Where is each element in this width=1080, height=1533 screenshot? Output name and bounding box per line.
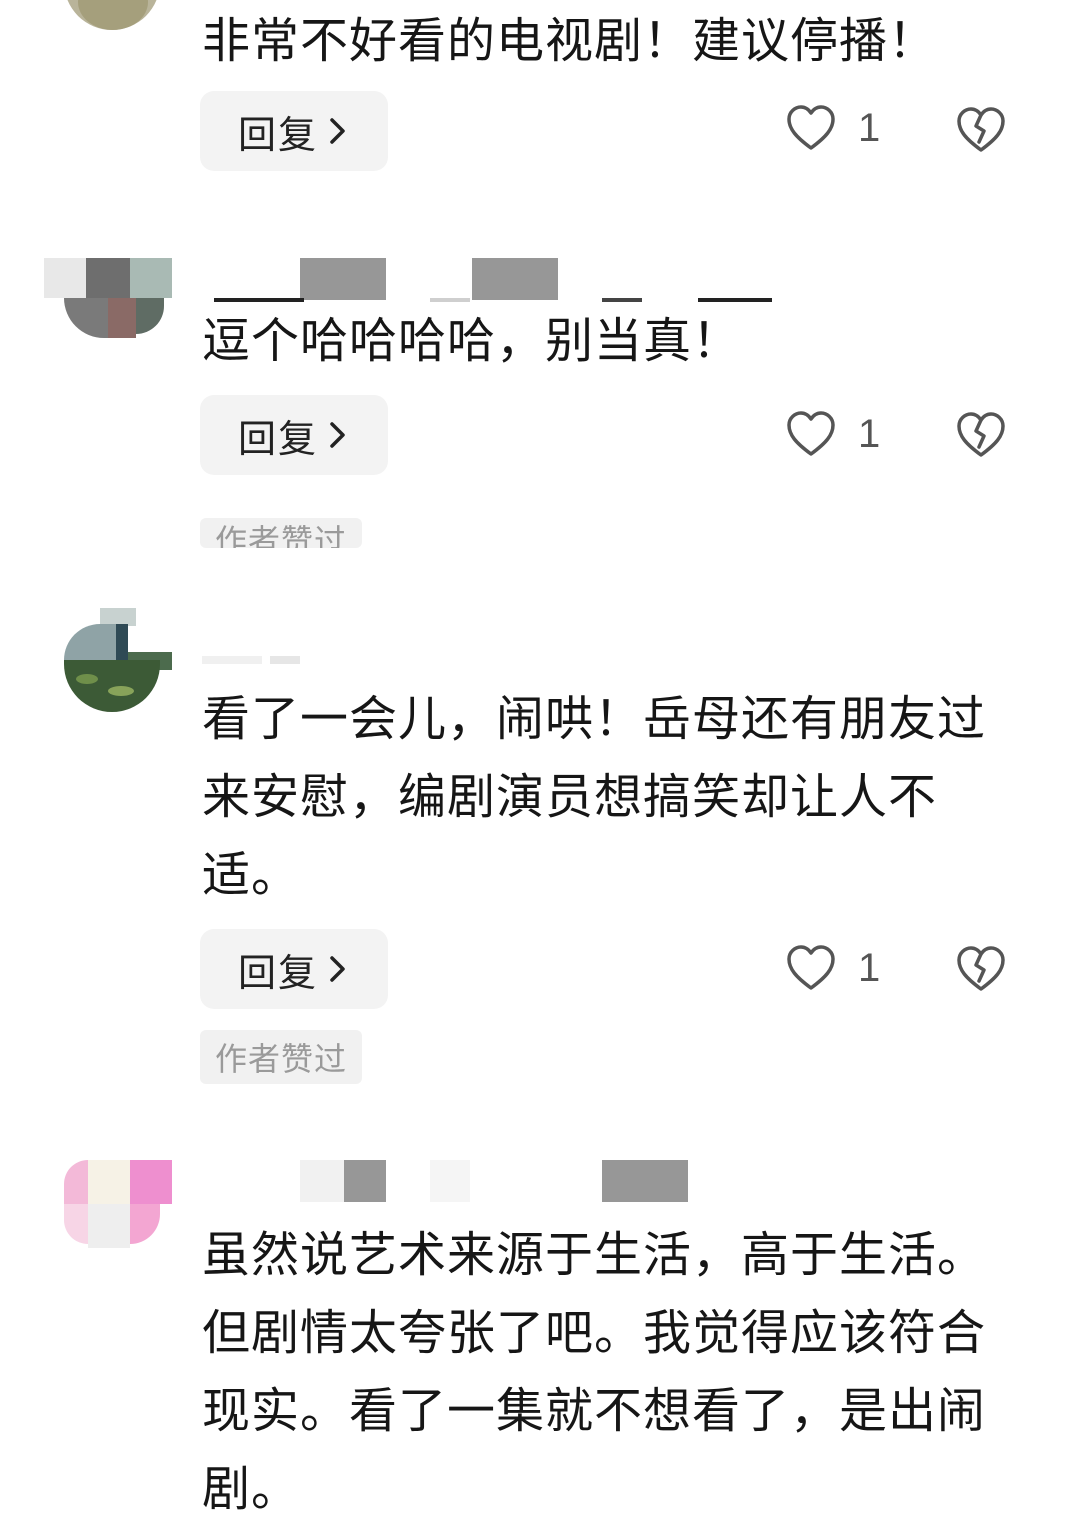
like-button[interactable]: 1 [786,944,880,992]
avatar[interactable] [64,0,160,30]
username-redacted [200,258,800,302]
avatar[interactable] [64,1160,172,1248]
dislike-button[interactable] [956,106,1006,158]
chevron-right-icon [330,422,345,448]
reply-label: 回复 [237,416,318,461]
comment-item: 虽然说艺术来源于生活，高于生活。但剧情太夸张了吧。我觉得应该符合现实。看了一集就… [0,1140,1080,1533]
comment-item: 看了一会儿，闹哄！岳母还有朋友过来安慰，编剧演员想搞笑却让人不适。 回复 1 作… [0,600,1080,1100]
reply-label: 回复 [237,112,318,157]
heart-outline-icon [787,945,835,990]
heart-outline-icon [787,411,835,456]
comment-text: 非常不好看的电视剧！建议停播！ [202,13,938,69]
comment-list: 非常不好看的电视剧！建议停播！ 回复 1 逗个哈哈哈哈，别当真！ 回复 1 作者… [0,0,1080,1533]
broken-heart-icon [957,946,1005,991]
like-count: 1 [858,411,881,456]
reply-button[interactable]: 回复 [200,929,388,1009]
heart-outline-icon [787,105,835,150]
author-liked-badge: 作者赞过 [200,518,362,548]
reply-button[interactable]: 回复 [200,91,388,171]
avatar[interactable] [44,258,172,338]
comment-item: 非常不好看的电视剧！建议停播！ 回复 1 [0,0,1080,200]
comment-text: 逗个哈哈哈哈，别当真！ [202,313,742,369]
username-redacted [200,652,520,666]
dislike-button[interactable] [956,945,1006,997]
broken-heart-icon [957,107,1005,152]
author-liked-badge: 作者赞过 [200,1030,362,1084]
avatar[interactable] [64,608,172,712]
like-button[interactable]: 1 [786,410,880,458]
username-redacted [300,1160,700,1204]
chevron-right-icon [330,956,345,982]
comment-item: 逗个哈哈哈哈，别当真！ 回复 1 作者赞过 [0,240,1080,570]
dislike-button[interactable] [956,411,1006,463]
reply-button[interactable]: 回复 [200,395,388,475]
comment-text: 看了一会儿，闹哄！岳母还有朋友过来安慰，编剧演员想搞笑却让人不适。 [202,691,987,903]
like-button[interactable]: 1 [786,104,880,152]
like-count: 1 [858,945,881,990]
like-count: 1 [858,105,881,150]
comment-text: 虽然说艺术来源于生活，高于生活。但剧情太夸张了吧。我觉得应该符合现实。看了一集就… [202,1227,987,1517]
broken-heart-icon [957,412,1005,457]
reply-label: 回复 [237,950,318,995]
chevron-right-icon [330,118,345,144]
